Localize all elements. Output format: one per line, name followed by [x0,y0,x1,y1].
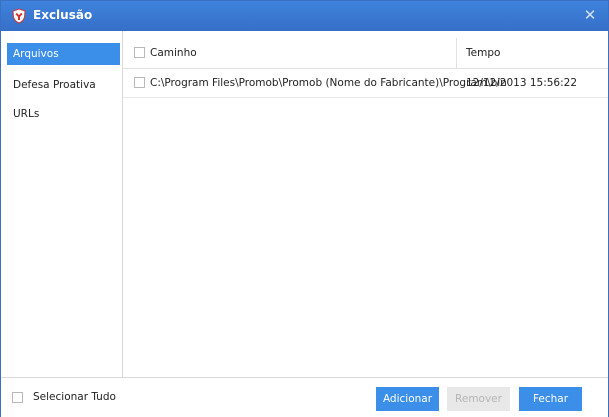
row-time: 12/12/2013 15:56:22 [466,77,578,89]
close-button[interactable]: Fechar [519,387,582,411]
close-icon[interactable]: ✕ [580,5,600,25]
sidebar-item-urls[interactable]: URLs [7,103,120,125]
shield-icon [11,8,27,24]
column-header-time[interactable]: Tempo [466,47,500,59]
add-button[interactable]: Adicionar [376,387,439,411]
sidebar-item-arquivos[interactable]: Arquivos [7,43,120,65]
exclusion-dialog: Exclusão ✕ Arquivos Defesa Proativa URLs… [0,0,609,417]
table-header: Caminho Tempo [123,38,608,69]
select-all-label[interactable]: Selecionar Tudo [33,391,116,403]
table-row[interactable]: C:\Program Files\Promob\Promob (Nome do … [123,69,608,98]
sidebar-item-defesa-proativa[interactable]: Defesa Proativa [7,74,120,96]
row-checkbox[interactable] [134,77,145,88]
column-divider[interactable] [456,38,457,68]
exclusion-table: Caminho Tempo C:\Program Files\Promob\Pr… [123,31,608,377]
sidebar-item-label: Arquivos [13,48,59,60]
dialog-footer: Selecionar Tudo Adicionar Remover Fechar [1,377,608,417]
sidebar-item-label: URLs [13,108,40,120]
header-checkbox[interactable] [134,47,145,58]
row-path: C:\Program Files\Promob\Promob (Nome do … [150,77,507,89]
remove-button[interactable]: Remover [447,387,510,411]
sidebar-item-label: Defesa Proativa [13,79,96,91]
category-sidebar: Arquivos Defesa Proativa URLs [1,31,123,377]
title-bar: Exclusão ✕ [1,1,608,31]
column-header-path[interactable]: Caminho [150,47,197,59]
window-title: Exclusão [33,8,93,22]
select-all-checkbox[interactable] [12,392,23,403]
